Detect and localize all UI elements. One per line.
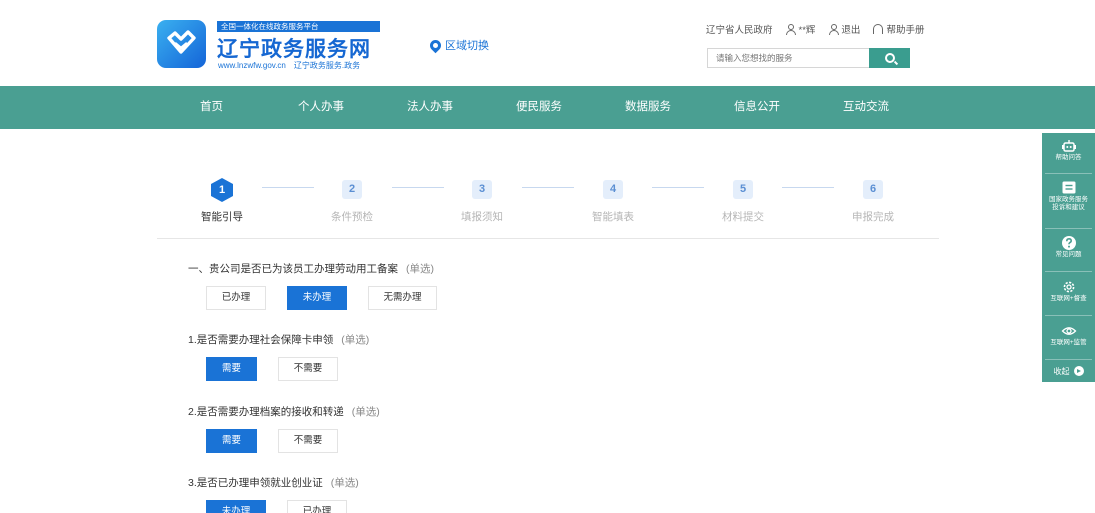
sidebar-collapse-label: 收起 xyxy=(1053,366,1070,376)
site-logo-icon[interactable] xyxy=(157,20,206,68)
sidebar-item-supervision[interactable]: 互联网+督查 xyxy=(1042,279,1095,303)
step-6-number: 6 xyxy=(863,180,883,199)
step-connector xyxy=(652,187,704,188)
sidebar-collapse-button[interactable]: 收起 xyxy=(1042,361,1095,381)
search-input[interactable] xyxy=(707,48,869,68)
sidebar-divider xyxy=(1045,173,1092,174)
nav-data[interactable]: 数据服务 xyxy=(625,86,671,129)
step-1-number: 1 xyxy=(211,178,233,202)
step-4-number: 4 xyxy=(603,180,623,199)
help-label: 帮助手册 xyxy=(886,25,925,36)
step-connector xyxy=(782,187,834,188)
logo-glyph-icon xyxy=(167,30,196,54)
sidebar-divider xyxy=(1045,271,1092,272)
sidebar-divider xyxy=(1045,359,1092,360)
site-url-text: www.lnzwfw.gov.cn xyxy=(218,61,286,70)
nav-info[interactable]: 信息公开 xyxy=(734,86,780,129)
main-nav: 首页 个人办事 法人办事 便民服务 数据服务 信息公开 互动交流 xyxy=(0,86,1095,129)
site-url: www.lnzwfw.gov.cn 辽宁政务服务.政务 xyxy=(218,60,360,71)
gear-icon xyxy=(1063,281,1074,293)
q4-option-done[interactable]: 已办理 xyxy=(287,500,347,513)
nav-personal[interactable]: 个人办事 xyxy=(298,86,344,129)
sidebar-divider xyxy=(1045,315,1092,316)
q1-option-not-done[interactable]: 未办理 xyxy=(287,286,347,310)
site-subtitle: 辽宁政务服务.政务 xyxy=(293,61,361,70)
step-3-label: 填报须知 xyxy=(461,211,503,223)
site-header: 全国一体化在线政务服务平台 辽宁政务服务网 www.lnzwfw.gov.cn 辽… xyxy=(0,0,1095,86)
sidebar-item-complaint[interactable]: 国家政务服务 投诉和建议 xyxy=(1042,180,1095,212)
user-link[interactable]: **辉 xyxy=(786,22,816,36)
question-1-text: 一、贵公司是否已为该员工办理劳动用工备案 xyxy=(188,263,398,275)
q2-option-no-need[interactable]: 不需要 xyxy=(278,357,338,381)
sidebar-item-regulation[interactable]: 互联网+监管 xyxy=(1042,323,1095,347)
question-3-text: 2.是否需要办理档案的接收和转递 xyxy=(188,406,344,418)
step-2-label: 条件预检 xyxy=(331,211,373,223)
message-icon xyxy=(1062,181,1075,194)
question-3-type: (单选) xyxy=(351,406,380,418)
floating-sidebar: 帮助问答 国家政务服务 投诉和建议 常见问题 互联网+督查 互联网+监管 收起 xyxy=(1042,133,1095,382)
gov-link[interactable]: 辽宁省人民政府 xyxy=(706,22,773,36)
question-1-title: 一、贵公司是否已为该员工办理劳动用工备案 (单选) xyxy=(188,261,434,276)
user-name: **辉 xyxy=(798,25,816,36)
sidebar-item-faq[interactable]: 常见问题 xyxy=(1042,235,1095,259)
q1-option-done[interactable]: 已办理 xyxy=(206,286,266,310)
question-1-type: (单选) xyxy=(406,263,434,275)
step-connector xyxy=(522,187,574,188)
question-2-title: 1.是否需要办理社会保障卡申领 (单选) xyxy=(188,332,369,347)
question-4-title: 3.是否已办理申领就业创业证 (单选) xyxy=(188,475,359,490)
question-4-type: (单选) xyxy=(330,477,359,489)
q1-option-not-required[interactable]: 无需办理 xyxy=(368,286,437,310)
step-2-number: 2 xyxy=(342,180,362,199)
headset-icon xyxy=(873,24,884,34)
logout-label: 退出 xyxy=(841,25,861,36)
question-2-text: 1.是否需要办理社会保障卡申领 xyxy=(188,334,334,346)
sidebar-item-help-qa[interactable]: 帮助问答 xyxy=(1042,138,1095,162)
sidebar-complaint-label: 国家政务服务 投诉和建议 xyxy=(1049,196,1088,211)
question-4-text: 3.是否已办理申领就业创业证 xyxy=(188,477,323,489)
section-divider xyxy=(157,238,939,239)
robot-icon xyxy=(1061,140,1076,152)
search-icon xyxy=(884,53,895,63)
sidebar-help-qa-label: 帮助问答 xyxy=(1055,154,1082,161)
site-title[interactable]: 辽宁政务服务网 xyxy=(217,33,371,63)
location-pin-icon xyxy=(427,37,444,53)
user-icon xyxy=(786,24,797,35)
step-4-label: 智能填表 xyxy=(592,211,634,223)
q4-option-not-done[interactable]: 未办理 xyxy=(206,500,266,513)
step-connector xyxy=(392,187,444,188)
question-3-title: 2.是否需要办理档案的接收和转递 (单选) xyxy=(188,404,380,419)
eye-icon xyxy=(1061,327,1076,335)
logo-tagline: 全国一体化在线政务服务平台 xyxy=(217,21,380,32)
question-icon xyxy=(1061,236,1076,250)
region-switch[interactable]: 区域切换 xyxy=(427,37,489,53)
sidebar-divider xyxy=(1045,228,1092,229)
progress-steps: 1 2 3 4 5 6 智能引导 条件预检 填报须知 智能填表 材料提交 申报完… xyxy=(0,170,1095,230)
step-connector xyxy=(262,187,314,188)
logout-user-icon xyxy=(828,24,839,35)
step-3-number: 3 xyxy=(472,180,492,199)
help-link[interactable]: 帮助手册 xyxy=(873,22,924,36)
nav-interaction[interactable]: 互动交流 xyxy=(843,86,889,129)
search-button[interactable] xyxy=(869,48,910,68)
q3-option-no-need[interactable]: 不需要 xyxy=(278,429,338,453)
nav-corporate[interactable]: 法人办事 xyxy=(407,86,453,129)
logout-link[interactable]: 退出 xyxy=(828,22,860,36)
step-6-label: 申报完成 xyxy=(852,211,894,223)
arrow-right-icon xyxy=(1073,366,1084,376)
nav-home[interactable]: 首页 xyxy=(200,86,223,129)
q2-option-need[interactable]: 需要 xyxy=(206,357,257,381)
top-links: 辽宁省人民政府 **辉 退出 帮助手册 xyxy=(706,21,937,37)
gov-link-label: 辽宁省人民政府 xyxy=(706,25,773,36)
question-2-type: (单选) xyxy=(341,334,370,346)
sidebar-supervision-label: 互联网+督查 xyxy=(1050,295,1087,302)
region-switch-label: 区域切换 xyxy=(445,40,489,52)
step-1-label: 智能引导 xyxy=(201,211,243,223)
q3-option-need[interactable]: 需要 xyxy=(206,429,257,453)
step-5-label: 材料提交 xyxy=(722,211,764,223)
sidebar-faq-label: 常见问题 xyxy=(1055,251,1082,258)
sidebar-regulation-label: 互联网+监管 xyxy=(1050,339,1087,346)
nav-convenience[interactable]: 便民服务 xyxy=(516,86,562,129)
step-5-number: 5 xyxy=(733,180,753,199)
